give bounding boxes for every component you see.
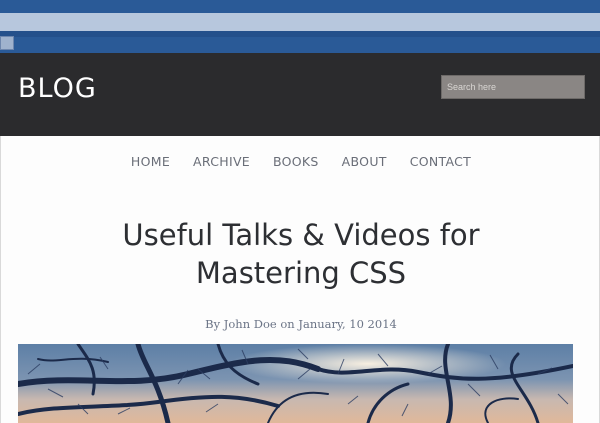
post-title-line-2: Mastering CSS	[195, 256, 407, 290]
post-byline: By John Doe on January, 10 2014	[205, 317, 397, 331]
nav-item-archive[interactable]: ARCHIVE	[193, 154, 250, 169]
page-content: HOME ARCHIVE BOOKS ABOUT CONTACT Useful …	[0, 136, 600, 423]
nav-item-about[interactable]: ABOUT	[342, 154, 387, 169]
screenshot-frame: BLOG HOME ARCHIVE BOOKS ABOUT CONTACT Us…	[0, 0, 600, 423]
post-hero-image	[18, 344, 573, 423]
post-title-line-1: Useful Talks & Videos for	[122, 218, 480, 252]
nav-item-books[interactable]: BOOKS	[273, 154, 319, 169]
site-logo[interactable]: BLOG	[18, 73, 97, 104]
window-corner-tab[interactable]	[0, 36, 14, 50]
nav-item-contact[interactable]: CONTACT	[410, 154, 471, 169]
browser-stripe	[0, 13, 600, 31]
site-header: BLOG	[0, 53, 600, 136]
browser-chrome-band	[0, 0, 600, 53]
nav-item-home[interactable]: HOME	[131, 154, 170, 169]
tree-branches-illustration	[18, 344, 573, 423]
main-nav: HOME ARCHIVE BOOKS ABOUT CONTACT	[1, 154, 600, 169]
search-input[interactable]	[441, 75, 585, 99]
browser-stripe-dark	[0, 31, 600, 37]
post-title: Useful Talks & Videos for Mastering CSS	[61, 216, 541, 292]
